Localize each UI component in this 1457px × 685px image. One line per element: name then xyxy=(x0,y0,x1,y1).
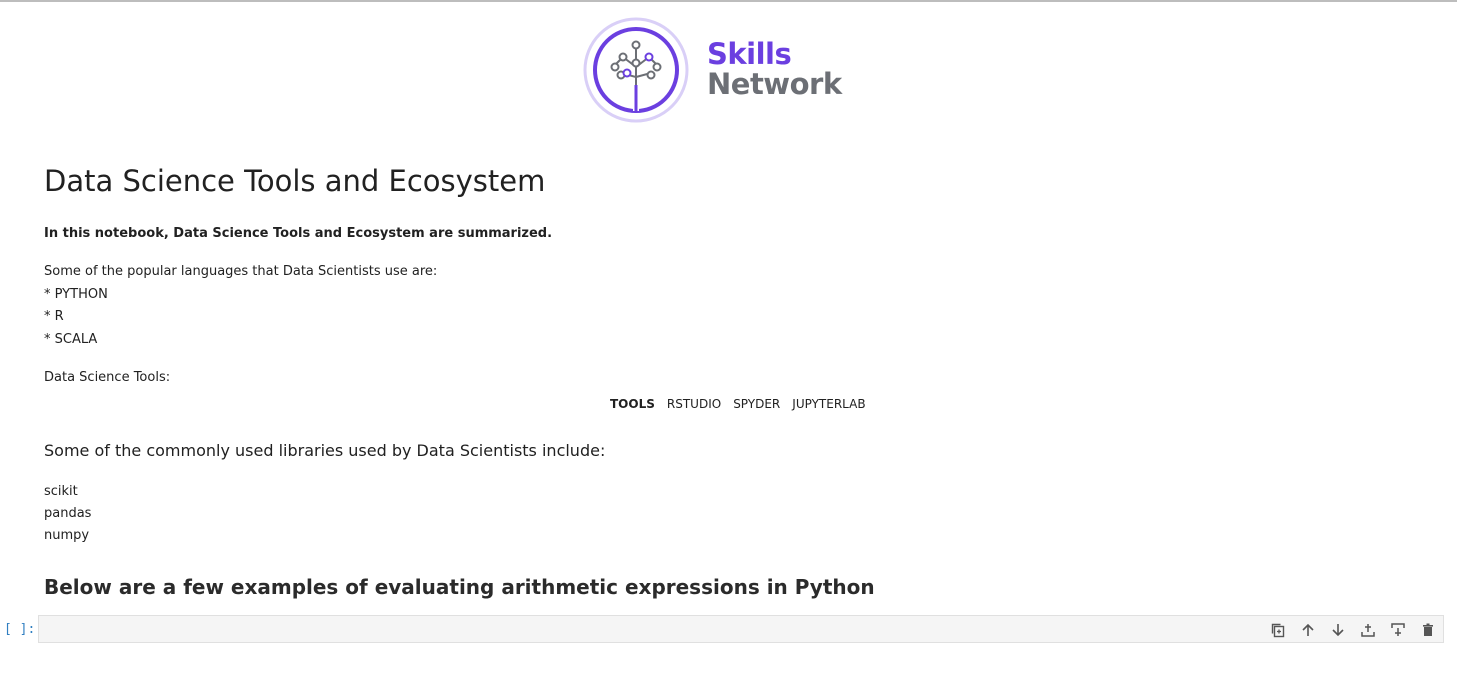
language-item: * PYTHON xyxy=(44,286,108,302)
cell-toolbar xyxy=(1269,621,1437,639)
insert-above-icon[interactable] xyxy=(1359,621,1377,639)
logo-text-network: Network xyxy=(707,67,842,101)
tools-table-header: TOOLS xyxy=(610,397,655,411)
cell-prompt: [ ]: xyxy=(4,622,36,637)
tools-table-cell: SPYDER xyxy=(733,397,781,411)
tree-circle-icon xyxy=(583,17,689,123)
arithmetic-heading: Below are a few examples of evaluating a… xyxy=(44,575,875,599)
libraries-list: scikit pandas numpy xyxy=(44,481,91,547)
library-item: numpy xyxy=(44,528,90,543)
tools-table-cell: RSTUDIO xyxy=(666,397,722,411)
tools-label: Data Science Tools: xyxy=(44,370,171,385)
languages-block: Some of the popular languages that Data … xyxy=(44,261,437,351)
logo-text-skills: Skills xyxy=(707,37,792,71)
tools-table-cell: JUPYTERLAB xyxy=(792,397,866,411)
notebook-title: Data Science Tools and Ecosystem xyxy=(44,164,546,198)
language-item: * SCALA xyxy=(44,331,98,347)
arrow-down-icon[interactable] xyxy=(1329,621,1347,639)
language-item: * R xyxy=(44,309,64,324)
library-item: scikit xyxy=(44,484,78,499)
tools-table: TOOLS RSTUDIO SPYDER JUPYTERLAB xyxy=(604,397,872,411)
libraries-intro: Some of the commonly used libraries used… xyxy=(44,441,606,460)
notebook-page: Skills Network Data Science Tools and Ec… xyxy=(0,0,1457,685)
code-cell-input[interactable] xyxy=(38,615,1444,643)
top-divider xyxy=(0,0,1457,2)
intro-text: In this notebook, Data Science Tools and… xyxy=(44,226,553,241)
duplicate-icon[interactable] xyxy=(1269,621,1287,639)
arrow-up-icon[interactable] xyxy=(1299,621,1317,639)
languages-intro: Some of the popular languages that Data … xyxy=(44,264,438,279)
insert-below-icon[interactable] xyxy=(1389,621,1407,639)
skills-network-logo: Skills Network xyxy=(583,17,843,125)
library-item: pandas xyxy=(44,506,92,521)
trash-icon[interactable] xyxy=(1419,621,1437,639)
